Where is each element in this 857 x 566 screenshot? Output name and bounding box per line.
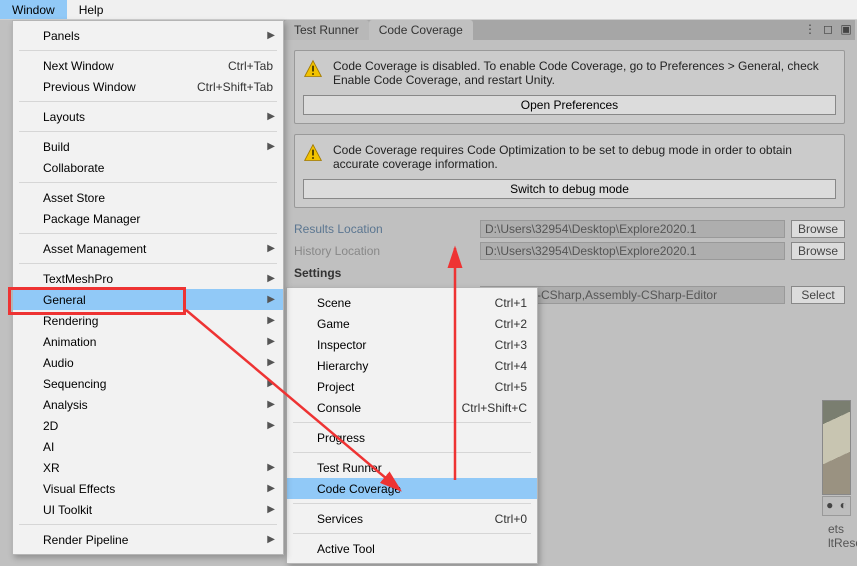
submenu-item-inspector[interactable]: InspectorCtrl+3 bbox=[287, 334, 537, 355]
menu-item-next-window[interactable]: Next WindowCtrl+Tab bbox=[13, 55, 283, 76]
tab-test-runner[interactable]: Test Runner bbox=[284, 20, 369, 40]
menu-item-animation[interactable]: Animation▶ bbox=[13, 331, 283, 352]
menu-item-render-pipeline[interactable]: Render Pipeline▶ bbox=[13, 529, 283, 550]
menu-item-sequencing[interactable]: Sequencing▶ bbox=[13, 373, 283, 394]
browse-history-button[interactable]: Browse bbox=[791, 242, 845, 260]
submenu-arrow-icon: ▶ bbox=[267, 243, 275, 254]
separator bbox=[19, 263, 277, 264]
menu-item-package-manager[interactable]: Package Manager bbox=[13, 208, 283, 229]
submenu-item-code-coverage[interactable]: Code Coverage bbox=[287, 478, 537, 499]
separator bbox=[19, 233, 277, 234]
warning-text: Code Coverage requires Code Optimization… bbox=[333, 143, 836, 171]
detach-icon[interactable]: ◻ bbox=[821, 22, 835, 36]
submenu-arrow-icon: ▶ bbox=[267, 315, 275, 326]
menu-item-general[interactable]: General▶ bbox=[13, 289, 283, 310]
menu-item-ai[interactable]: AI bbox=[13, 436, 283, 457]
preview-thumbnail bbox=[822, 400, 851, 495]
menu-item-ui-toolkit[interactable]: UI Toolkit▶ bbox=[13, 499, 283, 520]
menu-item-collaborate[interactable]: Collaborate bbox=[13, 157, 283, 178]
warning-icon bbox=[303, 59, 323, 79]
submenu-arrow-icon: ▶ bbox=[267, 483, 275, 494]
separator bbox=[293, 452, 531, 453]
separator bbox=[19, 524, 277, 525]
menu-item-build[interactable]: Build▶ bbox=[13, 136, 283, 157]
select-assemblies-button[interactable]: Select bbox=[791, 286, 845, 304]
submenu-item-console[interactable]: ConsoleCtrl+Shift+C bbox=[287, 397, 537, 418]
separator bbox=[19, 131, 277, 132]
settings-heading: Settings bbox=[284, 262, 855, 284]
tab-options-icon[interactable]: ⋮ bbox=[803, 22, 817, 36]
submenu-arrow-icon: ▶ bbox=[267, 504, 275, 515]
submenu-item-project[interactable]: ProjectCtrl+5 bbox=[287, 376, 537, 397]
submenu-item-hierarchy[interactable]: HierarchyCtrl+4 bbox=[287, 355, 537, 376]
separator bbox=[19, 50, 277, 51]
menu-item-previous-window[interactable]: Previous WindowCtrl+Shift+Tab bbox=[13, 76, 283, 97]
submenu-arrow-icon: ▶ bbox=[267, 273, 275, 284]
results-location-field[interactable]: D:\Users\32954\Desktop\Explore2020.1 bbox=[480, 220, 785, 238]
menu-item-rendering[interactable]: Rendering▶ bbox=[13, 310, 283, 331]
tab-strip: Test Runner Code Coverage ⋮ ◻ ▣ bbox=[284, 20, 855, 40]
menu-item-analysis[interactable]: Analysis▶ bbox=[13, 394, 283, 415]
history-location-field[interactable]: D:\Users\32954\Desktop\Explore2020.1 bbox=[480, 242, 785, 260]
switch-debug-mode-button[interactable]: Switch to debug mode bbox=[303, 179, 836, 199]
submenu-arrow-icon: ▶ bbox=[267, 420, 275, 431]
history-location-label: History Location bbox=[294, 244, 474, 258]
submenu-arrow-icon: ▶ bbox=[267, 357, 275, 368]
submenu-item-progress[interactable]: Progress bbox=[287, 427, 537, 448]
separator bbox=[19, 182, 277, 183]
submenu-item-active-tool[interactable]: Active Tool bbox=[287, 538, 537, 559]
resource-line: ets bbox=[828, 522, 845, 536]
menu-item-asset-management[interactable]: Asset Management▶ bbox=[13, 238, 283, 259]
menu-help[interactable]: Help bbox=[67, 0, 116, 19]
preview-toolbar: ● ◐ bbox=[822, 496, 851, 516]
separator bbox=[293, 533, 531, 534]
tab-code-coverage[interactable]: Code Coverage bbox=[369, 20, 473, 40]
submenu-arrow-icon: ▶ bbox=[267, 336, 275, 347]
warning-box-debug-mode: Code Coverage requires Code Optimization… bbox=[294, 134, 845, 208]
submenu-arrow-icon: ▶ bbox=[267, 399, 275, 410]
zoom-slider-icon[interactable]: ● bbox=[824, 498, 836, 514]
submenu-arrow-icon: ▶ bbox=[267, 378, 275, 389]
resource-list: ets ltResources bbox=[822, 518, 851, 554]
submenu-arrow-icon: ▶ bbox=[267, 30, 275, 41]
submenu-item-test-runner[interactable]: Test Runner bbox=[287, 457, 537, 478]
submenu-arrow-icon: ▶ bbox=[267, 111, 275, 122]
maximize-icon[interactable]: ▣ bbox=[839, 22, 853, 36]
submenu-arrow-icon: ▶ bbox=[267, 141, 275, 152]
general-submenu: SceneCtrl+1 GameCtrl+2 InspectorCtrl+3 H… bbox=[286, 287, 538, 564]
menu-item-visual-effects[interactable]: Visual Effects▶ bbox=[13, 478, 283, 499]
browse-results-button[interactable]: Browse bbox=[791, 220, 845, 238]
submenu-arrow-icon: ▶ bbox=[267, 462, 275, 473]
menu-item-asset-store[interactable]: Asset Store bbox=[13, 187, 283, 208]
warning-text: Code Coverage is disabled. To enable Cod… bbox=[333, 59, 836, 87]
results-location-row: Results Location D:\Users\32954\Desktop\… bbox=[284, 218, 855, 240]
separator bbox=[19, 101, 277, 102]
menu-item-2d[interactable]: 2D▶ bbox=[13, 415, 283, 436]
menu-item-xr[interactable]: XR▶ bbox=[13, 457, 283, 478]
separator bbox=[293, 422, 531, 423]
submenu-arrow-icon: ▶ bbox=[267, 294, 275, 305]
menu-item-audio[interactable]: Audio▶ bbox=[13, 352, 283, 373]
visibility-icon[interactable]: ◐ bbox=[838, 498, 850, 514]
menu-item-layouts[interactable]: Layouts▶ bbox=[13, 106, 283, 127]
submenu-item-scene[interactable]: SceneCtrl+1 bbox=[287, 292, 537, 313]
menu-item-textmeshpro[interactable]: TextMeshPro▶ bbox=[13, 268, 283, 289]
menu-window[interactable]: Window bbox=[0, 0, 67, 19]
resource-line: ltResources bbox=[828, 536, 845, 550]
history-location-row: History Location D:\Users\32954\Desktop\… bbox=[284, 240, 855, 262]
open-preferences-button[interactable]: Open Preferences bbox=[303, 95, 836, 115]
window-menu-dropdown: Panels▶ Next WindowCtrl+Tab Previous Win… bbox=[12, 20, 284, 555]
results-location-label: Results Location bbox=[294, 222, 474, 236]
menubar: Window Help bbox=[0, 0, 857, 20]
warning-icon bbox=[303, 143, 323, 163]
menu-item-panels[interactable]: Panels▶ bbox=[13, 25, 283, 46]
submenu-item-services[interactable]: ServicesCtrl+0 bbox=[287, 508, 537, 529]
separator bbox=[293, 503, 531, 504]
submenu-item-game[interactable]: GameCtrl+2 bbox=[287, 313, 537, 334]
submenu-arrow-icon: ▶ bbox=[267, 534, 275, 545]
warning-box-disabled: Code Coverage is disabled. To enable Cod… bbox=[294, 50, 845, 124]
